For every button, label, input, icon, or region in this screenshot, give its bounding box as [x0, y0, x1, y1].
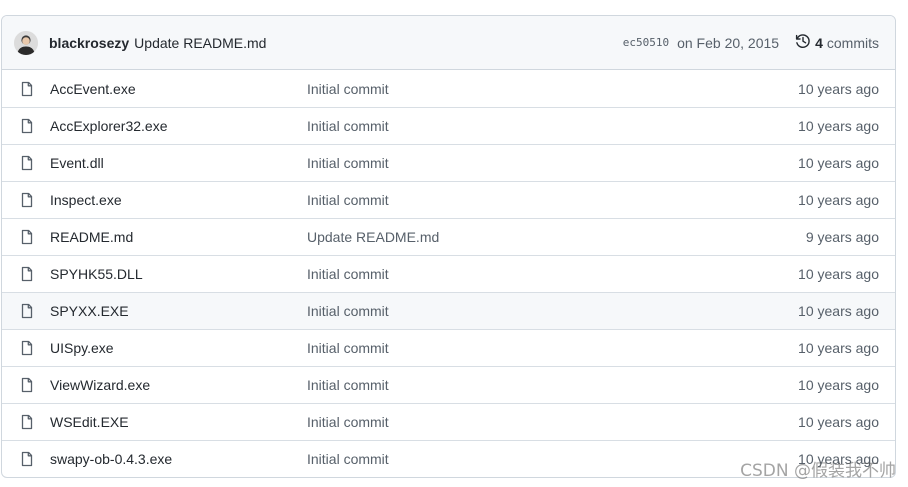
file-age: 10 years ago — [798, 303, 879, 319]
file-commit-message[interactable]: Initial commit — [307, 340, 389, 356]
file-row[interactable]: UISpy.exe Initial commit 10 years ago — [2, 329, 895, 366]
file-age: 10 years ago — [798, 340, 879, 356]
file-age: 9 years ago — [805, 229, 879, 245]
file-name[interactable]: Event.dll — [50, 155, 104, 171]
history-icon — [795, 33, 815, 52]
commit-author[interactable]: blackrosezy — [49, 35, 129, 51]
file-age: 10 years ago — [798, 118, 879, 134]
watermark: CSDN @假装我不帅 — [740, 461, 896, 481]
file-name[interactable]: WSEdit.EXE — [50, 414, 129, 430]
file-name[interactable]: UISpy.exe — [50, 340, 114, 356]
file-icon — [19, 118, 35, 134]
commits-label: commits — [826, 34, 879, 51]
file-name[interactable]: SPYHK55.DLL — [50, 266, 143, 282]
file-commit-message[interactable]: Initial commit — [307, 414, 389, 430]
file-name[interactable]: swapy-ob-0.4.3.exe — [50, 451, 172, 467]
file-age: 10 years ago — [798, 377, 879, 393]
avatar[interactable] — [14, 30, 38, 55]
file-commit-message[interactable]: Initial commit — [307, 303, 389, 319]
file-commit-message[interactable]: Initial commit — [307, 266, 389, 282]
file-commit-message[interactable]: Initial commit — [307, 451, 389, 467]
file-list: AccEvent.exe Initial commit 10 years ago Ac… — [2, 70, 895, 477]
file-row[interactable]: WSEdit.EXE Initial commit 10 years ago — [2, 403, 895, 440]
file-icon — [19, 81, 35, 97]
file-icon — [19, 155, 35, 171]
commit-sha[interactable]: ec50510 — [623, 36, 669, 49]
file-name[interactable]: AccEvent.exe — [50, 81, 136, 97]
file-commit-message[interactable]: Initial commit — [307, 377, 389, 393]
file-browser: blackrosezy Update README.md ec50510 on … — [1, 15, 896, 478]
file-commit-message[interactable]: Initial commit — [307, 118, 389, 134]
file-icon — [19, 192, 35, 208]
file-row[interactable]: ViewWizard.exe Initial commit 10 years ago — [2, 366, 895, 403]
commit-history-link[interactable]: 4 commits — [795, 33, 879, 52]
file-age: 10 years ago — [798, 414, 879, 430]
file-row[interactable]: SPYHK55.DLL Initial commit 10 years ago — [2, 255, 895, 292]
file-name[interactable]: README.md — [50, 229, 133, 245]
file-age: 10 years ago — [798, 266, 879, 282]
file-row[interactable]: Inspect.exe Initial commit 10 years ago — [2, 181, 895, 218]
file-age: 10 years ago — [798, 155, 879, 171]
file-icon — [19, 266, 35, 282]
file-row[interactable]: Event.dll Initial commit 10 years ago — [2, 144, 895, 181]
file-icon — [19, 229, 35, 245]
file-row[interactable]: SPYXX.EXE Initial commit 10 years ago — [2, 292, 895, 329]
commit-date: on Feb 20, 2015 — [677, 34, 780, 51]
file-icon — [19, 414, 35, 430]
file-row[interactable]: README.md Update README.md 9 years ago — [2, 218, 895, 255]
file-commit-message[interactable]: Initial commit — [307, 192, 389, 208]
file-icon — [19, 451, 35, 467]
file-icon — [19, 303, 35, 319]
file-name[interactable]: SPYXX.EXE — [50, 303, 129, 319]
file-row[interactable]: AccEvent.exe Initial commit 10 years ago — [2, 70, 895, 107]
file-commit-message[interactable]: Update README.md — [307, 229, 439, 245]
file-icon — [19, 340, 35, 356]
latest-commit-bar: blackrosezy Update README.md ec50510 on … — [2, 16, 895, 70]
file-name[interactable]: Inspect.exe — [50, 192, 122, 208]
commit-count: 4 — [815, 34, 823, 51]
file-age: 10 years ago — [798, 192, 879, 208]
file-name[interactable]: AccExplorer32.exe — [50, 118, 168, 134]
file-icon — [19, 377, 35, 393]
file-commit-message[interactable]: Initial commit — [307, 155, 389, 171]
file-commit-message[interactable]: Initial commit — [307, 81, 389, 97]
commit-message[interactable]: Update README.md — [134, 35, 266, 51]
file-row[interactable]: AccExplorer32.exe Initial commit 10 years … — [2, 107, 895, 144]
file-name[interactable]: ViewWizard.exe — [50, 377, 150, 393]
file-age: 10 years ago — [798, 80, 879, 97]
